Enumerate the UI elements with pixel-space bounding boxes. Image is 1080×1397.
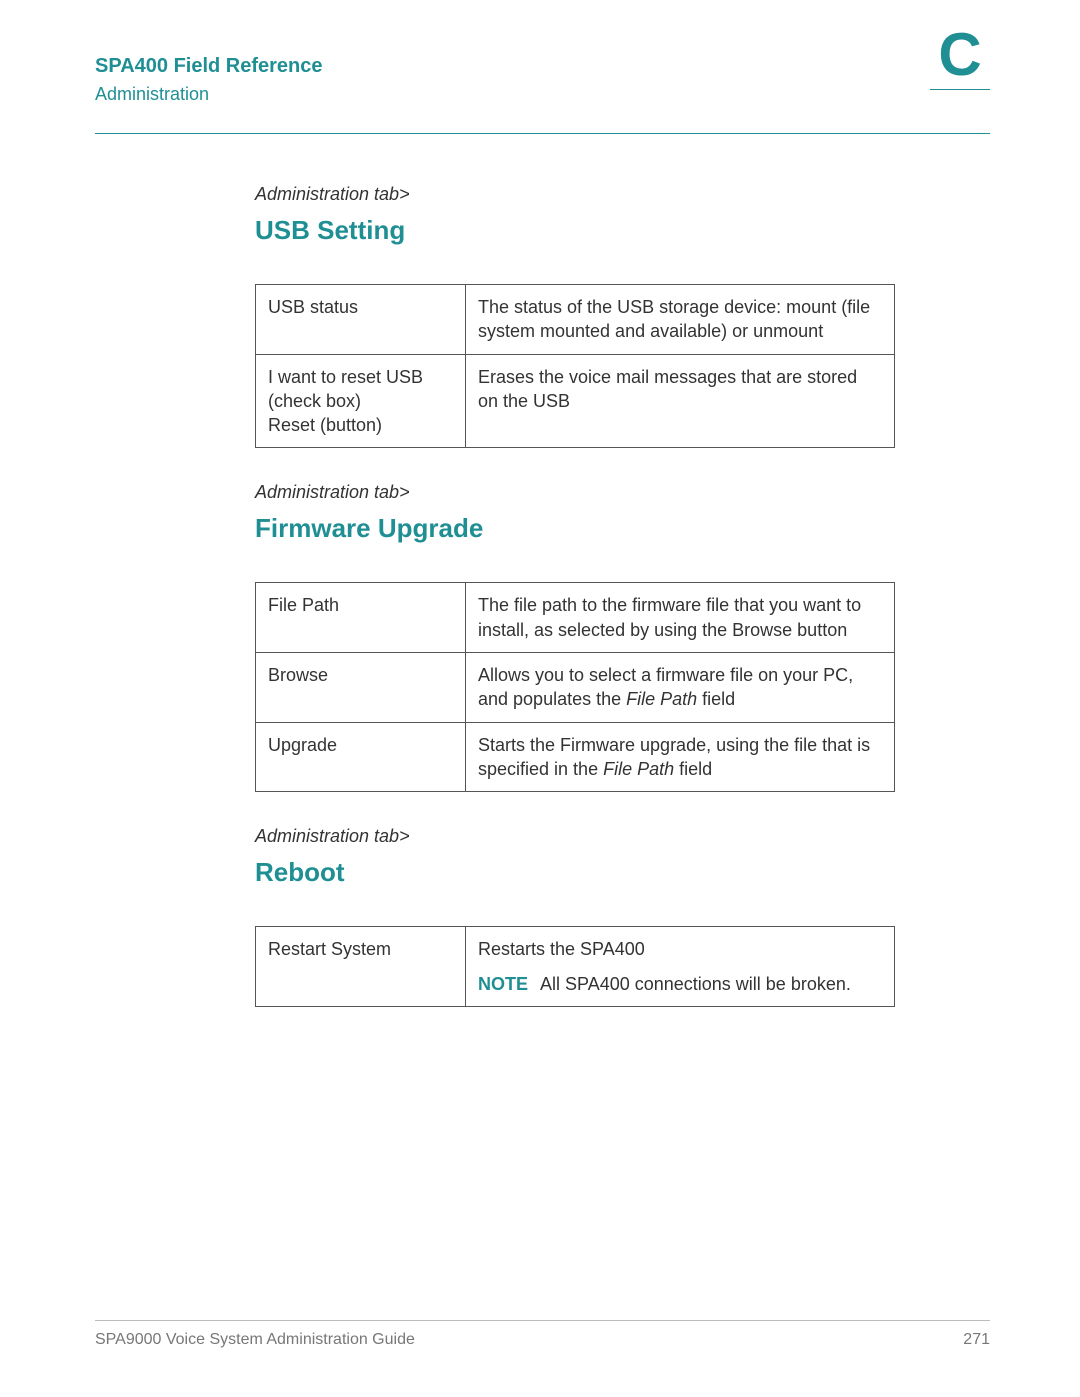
table-row: USB statusThe status of the USB storage … [256, 285, 895, 355]
field-description: The file path to the firmware file that … [466, 583, 895, 653]
tab-breadcrumb: Administration tab> [255, 826, 990, 847]
field-name: Restart System [256, 927, 466, 1007]
table-row: BrowseAllows you to select a firmware fi… [256, 653, 895, 723]
field-name: File Path [256, 583, 466, 653]
field-table: Restart SystemRestarts the SPA400NOTEAll… [255, 926, 895, 1007]
table-row: UpgradeStarts the Firmware upgrade, usin… [256, 722, 895, 792]
field-description: The status of the USB storage device: mo… [466, 285, 895, 355]
field-name: USB status [256, 285, 466, 355]
field-name: I want to reset USB (check box)Reset (bu… [256, 354, 466, 448]
table-row: Restart SystemRestarts the SPA400NOTEAll… [256, 927, 895, 1007]
footer-rule [95, 1320, 990, 1321]
section-heading: Firmware Upgrade [255, 513, 990, 544]
page-header: SPA400 Field Reference Administration C [95, 55, 990, 156]
doc-section-title: SPA400 Field Reference [95, 55, 990, 78]
field-name: Upgrade [256, 722, 466, 792]
tab-breadcrumb: Administration tab> [255, 184, 990, 205]
footer-page-number: 271 [963, 1331, 990, 1349]
appendix-letter: C [930, 25, 990, 85]
field-description: Starts the Firmware upgrade, using the f… [466, 722, 895, 792]
section-heading: USB Setting [255, 215, 990, 246]
field-table: USB statusThe status of the USB storage … [255, 284, 895, 448]
footer-doc-title: SPA9000 Voice System Administration Guid… [95, 1331, 415, 1349]
header-rule [95, 133, 990, 134]
page-content: Administration tab> USB Setting USB status… [95, 156, 990, 1041]
field-name: Browse [256, 653, 466, 723]
field-description: Erases the voice mail messages that are … [466, 354, 895, 448]
table-row: I want to reset USB (check box)Reset (bu… [256, 354, 895, 448]
field-table: File PathThe file path to the firmware f… [255, 582, 895, 792]
section-heading: Reboot [255, 857, 990, 888]
field-description: Allows you to select a firmware file on … [466, 653, 895, 723]
tab-breadcrumb: Administration tab> [255, 482, 990, 503]
appendix-letter-box: C [930, 25, 990, 90]
appendix-letter-rule [930, 89, 990, 90]
doc-section-subtitle: Administration [95, 84, 990, 105]
field-description: Restarts the SPA400NOTEAll SPA400 connec… [466, 927, 895, 1007]
table-row: File PathThe file path to the firmware f… [256, 583, 895, 653]
page-footer: SPA9000 Voice System Administration Guid… [95, 1320, 990, 1349]
